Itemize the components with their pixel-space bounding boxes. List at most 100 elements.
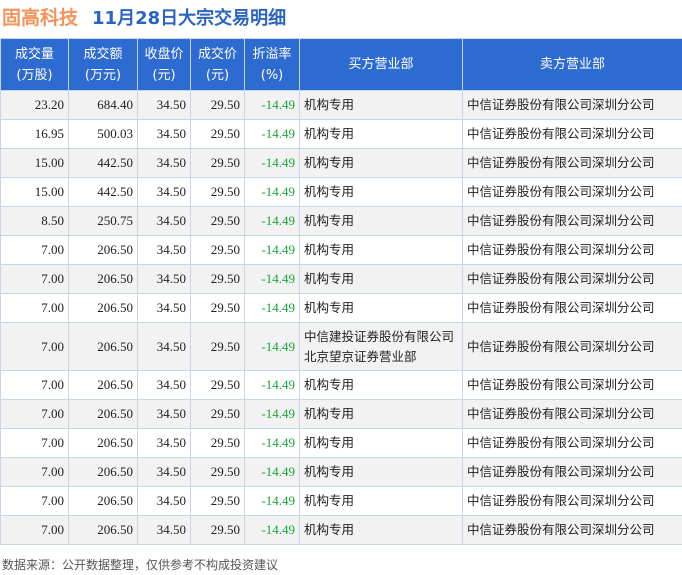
cell-trade-price: 29.50 [190,177,245,207]
page-title: 固高科技 11月28日大宗交易明细 [2,3,286,30]
cell-premium-rate: -14.49 [244,264,300,294]
cell-seller-branch: 中信证券股份有限公司深圳分公司 [462,90,682,120]
cell-premium-rate: -14.49 [244,428,300,458]
cell-amount: 206.50 [68,457,138,487]
cell-premium-rate: -14.49 [244,177,300,207]
table-row: 7.00 206.50 34.50 29.50 -14.49 机构专用 中信证券股份有限公司… [0,486,682,516]
cell-trade-price: 29.50 [190,90,245,120]
cell-volume: 7.00 [0,515,69,545]
cell-volume: 15.00 [0,148,69,178]
cell-volume: 15.00 [0,177,69,207]
cell-trade-price: 29.50 [190,148,245,178]
column-header: 成交价 (元) [190,38,245,91]
cell-close-price: 34.50 [137,206,191,236]
cell-premium-rate: -14.49 [244,235,300,265]
header-label: (%) [260,67,284,83]
table-row: 7.00 206.50 34.50 29.50 -14.49 机构专用 中信证券股份有限公司… [0,457,682,487]
cell-seller-branch: 中信证券股份有限公司深圳分公司 [462,264,682,294]
cell-trade-price: 29.50 [190,235,245,265]
cell-amount: 206.50 [68,486,138,516]
cell-buyer-branch: 机构专用 [299,235,463,265]
table-row: 7.00 206.50 34.50 29.50 -14.49 中信建投证券股份有限公司北京… [0,322,682,371]
cell-volume: 8.50 [0,206,69,236]
cell-seller-branch: 中信证券股份有限公司深圳分公司 [462,486,682,516]
cell-buyer-branch: 机构专用 [299,177,463,207]
cell-amount: 442.50 [68,177,138,207]
cell-close-price: 34.50 [137,293,191,323]
cell-close-price: 34.50 [137,515,191,545]
header-label: 成交额 [83,46,123,62]
cell-buyer-branch: 机构专用 [299,119,463,149]
table-row: 7.00 206.50 34.50 29.50 -14.49 机构专用 中信证券股份有限公司… [0,428,682,458]
table-row: 8.50 250.75 34.50 29.50 -14.49 机构专用 中信证券股份有限公司… [0,206,682,236]
cell-seller-branch: 中信证券股份有限公司深圳分公司 [462,148,682,178]
cell-close-price: 34.50 [137,486,191,516]
cell-close-price: 34.50 [137,322,191,371]
cell-buyer-branch: 机构专用 [299,148,463,178]
cell-premium-rate: -14.49 [244,399,300,429]
table-row: 7.00 206.50 34.50 29.50 -14.49 机构专用 中信证券股份有限公司… [0,515,682,545]
cell-volume: 7.00 [0,370,69,400]
title-subtitle: 11月28日大宗交易明细 [92,8,287,29]
cell-amount: 206.50 [68,293,138,323]
cell-trade-price: 29.50 [190,322,245,371]
cell-premium-rate: -14.49 [244,457,300,487]
table-row: 16.95 500.03 34.50 29.50 -14.49 机构专用 中信证券股份有限公… [0,119,682,149]
header-label: (万元) [84,67,122,83]
cell-volume: 7.00 [0,457,69,487]
cell-seller-branch: 中信证券股份有限公司深圳分公司 [462,119,682,149]
header-label: (万股) [16,67,53,83]
cell-close-price: 34.50 [137,177,191,207]
header-label: 折溢率 [252,46,292,62]
cell-seller-branch: 中信证券股份有限公司深圳分公司 [462,457,682,487]
cell-trade-price: 29.50 [190,119,245,149]
cell-close-price: 34.50 [137,235,191,265]
cell-trade-price: 29.50 [190,515,245,545]
cell-premium-rate: -14.49 [244,370,300,400]
table-row: 15.00 442.50 34.50 29.50 -14.49 机构专用 中信证券股份有限公… [0,177,682,207]
cell-buyer-branch: 机构专用 [299,515,463,545]
header-label: (元) [205,67,230,83]
cell-trade-price: 29.50 [190,264,245,294]
column-header: 收盘价 (元) [137,38,191,91]
table-row: 7.00 206.50 34.50 29.50 -14.49 机构专用 中信证券股份有限公司… [0,264,682,294]
cell-seller-branch: 中信证券股份有限公司深圳分公司 [462,428,682,458]
cell-close-price: 34.50 [137,399,191,429]
column-header: 成交量 (万股) [0,38,69,91]
cell-premium-rate: -14.49 [244,119,300,149]
table-row: 23.20 684.40 34.50 29.50 -14.49 机构专用 中信证券股份有限公… [0,90,682,120]
table-row: 7.00 206.50 34.50 29.50 -14.49 机构专用 中信证券股份有限公司… [0,399,682,429]
cell-close-price: 34.50 [137,264,191,294]
cell-volume: 7.00 [0,264,69,294]
cell-buyer-branch: 中信建投证券股份有限公司北京望京证券营业部 [299,322,463,371]
column-header: 卖方营业部 [462,38,682,91]
header-label: 成交价 [197,46,237,62]
cell-trade-price: 29.50 [190,457,245,487]
header-label: 成交量 [14,46,54,62]
cell-close-price: 34.50 [137,90,191,120]
cell-trade-price: 29.50 [190,370,245,400]
cell-seller-branch: 中信证券股份有限公司深圳分公司 [462,399,682,429]
cell-seller-branch: 中信证券股份有限公司深圳分公司 [462,206,682,236]
cell-seller-branch: 中信证券股份有限公司深圳分公司 [462,322,682,371]
cell-close-price: 34.50 [137,428,191,458]
cell-premium-rate: -14.49 [244,148,300,178]
cell-amount: 206.50 [68,264,138,294]
header-label: 买方营业部 [348,57,414,72]
header-label: (元) [152,67,176,83]
table-row: 7.00 206.50 34.50 29.50 -14.49 机构专用 中信证券股份有限公司… [0,370,682,400]
cell-trade-price: 29.50 [190,206,245,236]
cell-seller-branch: 中信证券股份有限公司深圳分公司 [462,370,682,400]
cell-amount: 206.50 [68,515,138,545]
cell-amount: 206.50 [68,322,138,371]
cell-amount: 206.50 [68,370,138,400]
cell-close-price: 34.50 [137,148,191,178]
cell-volume: 23.20 [0,90,69,120]
cell-close-price: 34.50 [137,457,191,487]
header-label: 卖方营业部 [539,57,605,72]
table-row: 15.00 442.50 34.50 29.50 -14.49 机构专用 中信证券股份有限公… [0,148,682,178]
cell-seller-branch: 中信证券股份有限公司深圳分公司 [462,235,682,265]
cell-amount: 442.50 [68,148,138,178]
cell-seller-branch: 中信证券股份有限公司深圳分公司 [462,177,682,207]
cell-volume: 7.00 [0,399,69,429]
